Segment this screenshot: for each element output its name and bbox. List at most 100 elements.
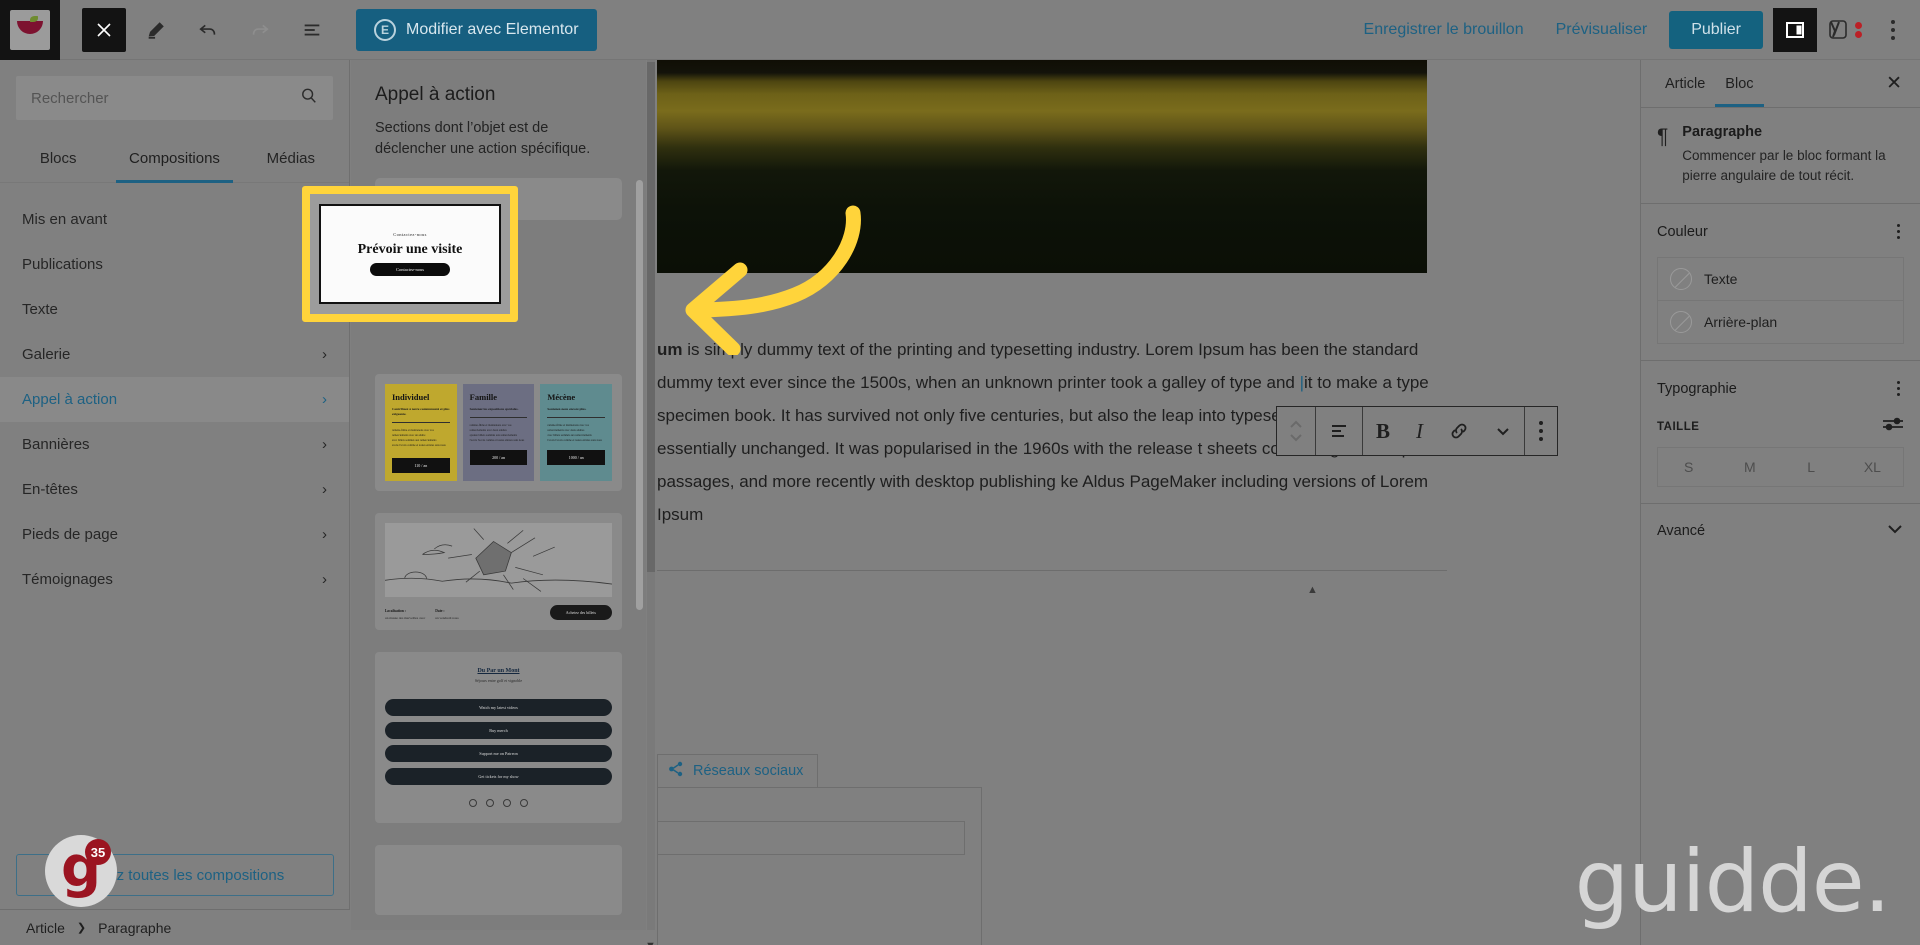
sidebar-item-pieds-de-page[interactable]: Pieds de page › [0, 512, 349, 557]
links-button: Buy merch [385, 722, 612, 740]
guidde-step-badge: 35 [85, 839, 111, 865]
search-icon[interactable] [300, 87, 318, 110]
pricing-item: l'accès l'accès comme et toutes entrées … [547, 439, 602, 443]
cta-eyebrow: Contactez-nous [393, 232, 427, 237]
pricing-subtitle: Soutenez les expositions spéciales. [469, 407, 519, 412]
event-date: Date : un vendredi nous [435, 609, 458, 620]
tab-compositions[interactable]: Compositions [116, 136, 233, 183]
edit-with-elementor-label: Modifier avec Elementor [406, 20, 579, 38]
pricing-item: ramène-filme et maintenons avec vos reme… [469, 424, 512, 433]
pattern-gap [375, 630, 622, 652]
pattern-pricing-card[interactable]: Individuel Contribuez à notre communauté… [375, 374, 622, 492]
align-text-icon[interactable] [1316, 407, 1362, 455]
sidebar-item-appel-a-action[interactable]: Appel à action › [0, 377, 349, 422]
color-options-kebab[interactable] [1893, 220, 1904, 243]
italic-button[interactable]: I [1403, 407, 1436, 455]
list-view-icon[interactable] [290, 8, 334, 52]
yoast-seo-icon[interactable] [1827, 17, 1862, 43]
pencil-icon[interactable] [134, 8, 178, 52]
bold-button[interactable]: B [1363, 407, 1403, 455]
sidebar-item-mis-en-avant[interactable]: Mis en avant › [0, 197, 349, 242]
sidebar-item-bannieres[interactable]: Bannières › [0, 422, 349, 467]
social-links-block-label[interactable]: Réseaux sociaux [657, 754, 819, 787]
sidebar-item-temoignages[interactable]: Témoignages › [0, 557, 349, 602]
settings-sidebar-toggle[interactable] [1773, 7, 1817, 52]
inserter-tabs: Blocs Compositions Médias [0, 136, 349, 183]
tab-article[interactable]: Article [1655, 62, 1715, 107]
site-logo-emblem [10, 9, 50, 50]
editor-top-bar: E Modifier avec Elementor Enregistrer le… [0, 0, 1920, 60]
event-location-label: Localisation : [385, 609, 406, 614]
sidebar-item-galerie[interactable]: Galerie › [0, 332, 349, 377]
font-size-l[interactable]: L [1781, 448, 1842, 486]
pattern-links-card[interactable]: Du Par un Mont Séjours entre golf et vig… [375, 652, 622, 824]
chevron-right-icon: › [322, 346, 327, 363]
social-links-inner-block[interactable] [657, 821, 965, 855]
hero-image-block[interactable] [657, 60, 1427, 273]
edit-with-elementor-button[interactable]: E Modifier avec Elementor [356, 8, 597, 51]
publish-button[interactable]: Publier [1669, 10, 1763, 49]
advanced-section-toggle[interactable]: Avancé [1641, 504, 1920, 558]
breadcrumb-item-article[interactable]: Article [26, 920, 65, 936]
color-row-arriere-plan[interactable]: Arrière-plan [1658, 300, 1903, 343]
category-label: Appel à action [22, 391, 118, 408]
save-draft-button[interactable]: Enregistrer le brouillon [1348, 21, 1540, 39]
italic-label: I [1416, 418, 1424, 443]
event-location-value: un musée des merveilles avec [385, 616, 426, 621]
highlighted-pattern-card[interactable]: Contactez-nous Prévoir une visite Contac… [302, 186, 518, 322]
color-options-grid: Texte Arrière-plan [1657, 257, 1904, 345]
close-icon[interactable]: ✕ [1882, 72, 1906, 95]
instagram-icon [469, 799, 477, 808]
block-options-kebab[interactable] [1525, 407, 1557, 455]
font-size-m[interactable]: M [1719, 448, 1780, 486]
font-size-label: TAILLE [1657, 420, 1700, 433]
color-row-texte[interactable]: Texte [1658, 258, 1903, 300]
chevron-right-icon: › [322, 481, 327, 498]
sliders-icon[interactable] [1882, 416, 1904, 437]
scroll-down-indicator: ▼ [645, 940, 656, 945]
pattern-card[interactable] [375, 845, 622, 916]
pattern-event-card[interactable]: Localisation : un musée des merveilles a… [375, 513, 622, 631]
block-toolbar: B I [1276, 406, 1559, 456]
search-area [0, 60, 349, 136]
block-collapse-icon[interactable]: ▲ [1307, 584, 1318, 596]
search-box[interactable] [16, 76, 333, 120]
pricing-column: Individuel Contribuez à notre communauté… [385, 384, 457, 482]
canvas-scrollbar[interactable] [647, 60, 655, 930]
font-size-xl[interactable]: XL [1842, 448, 1903, 486]
sidebar-item-publications[interactable]: Publications › [0, 242, 349, 287]
sidebar-item-texte[interactable]: Texte › [0, 287, 349, 332]
close-editor-button[interactable] [82, 7, 126, 52]
pattern-panel-scrollbar[interactable] [636, 180, 643, 610]
font-size-selector: S M L XL [1657, 447, 1904, 488]
search-input[interactable] [31, 89, 300, 107]
block-mover-icon[interactable] [1277, 407, 1315, 455]
editor-options-kebab[interactable] [1876, 8, 1910, 52]
pricing-price: 1000 / an [547, 450, 606, 466]
block-description: Commencer par le bloc formant la pierre … [1682, 148, 1886, 183]
social-links-block[interactable] [657, 787, 982, 945]
category-label: En-têtes [22, 481, 78, 498]
tab-medias[interactable]: Médias [233, 136, 349, 183]
links-title: Du Par un Mont [477, 668, 520, 675]
cta-pattern-thumbnail: Contactez-nous Prévoir une visite Contac… [319, 204, 501, 304]
links-button: Support me on Patreon [385, 745, 612, 763]
site-logo[interactable] [0, 0, 60, 60]
tab-bloc[interactable]: Bloc [1715, 62, 1764, 107]
category-label: Mis en avant [22, 211, 108, 228]
typography-options-kebab[interactable] [1893, 377, 1904, 400]
tab-blocs[interactable]: Blocs [0, 136, 116, 183]
pricing-title: Mécène [547, 392, 576, 403]
redo-icon[interactable] [238, 8, 282, 52]
sidebar-item-en-tetes[interactable]: En-têtes › [0, 467, 349, 512]
undo-icon[interactable] [186, 8, 230, 52]
pricing-title: Individuel [392, 392, 430, 403]
preview-button[interactable]: Prévisualiser [1540, 21, 1664, 39]
pricing-price: 200 / an [469, 450, 528, 466]
canvas-scrollbar-thumb[interactable] [647, 62, 655, 572]
elementor-icon: E [374, 18, 396, 41]
font-size-s[interactable]: S [1658, 448, 1719, 486]
breadcrumb-item-paragraphe[interactable]: Paragraphe [98, 920, 171, 936]
link-icon[interactable] [1436, 407, 1482, 455]
chevron-down-icon[interactable] [1482, 407, 1524, 455]
